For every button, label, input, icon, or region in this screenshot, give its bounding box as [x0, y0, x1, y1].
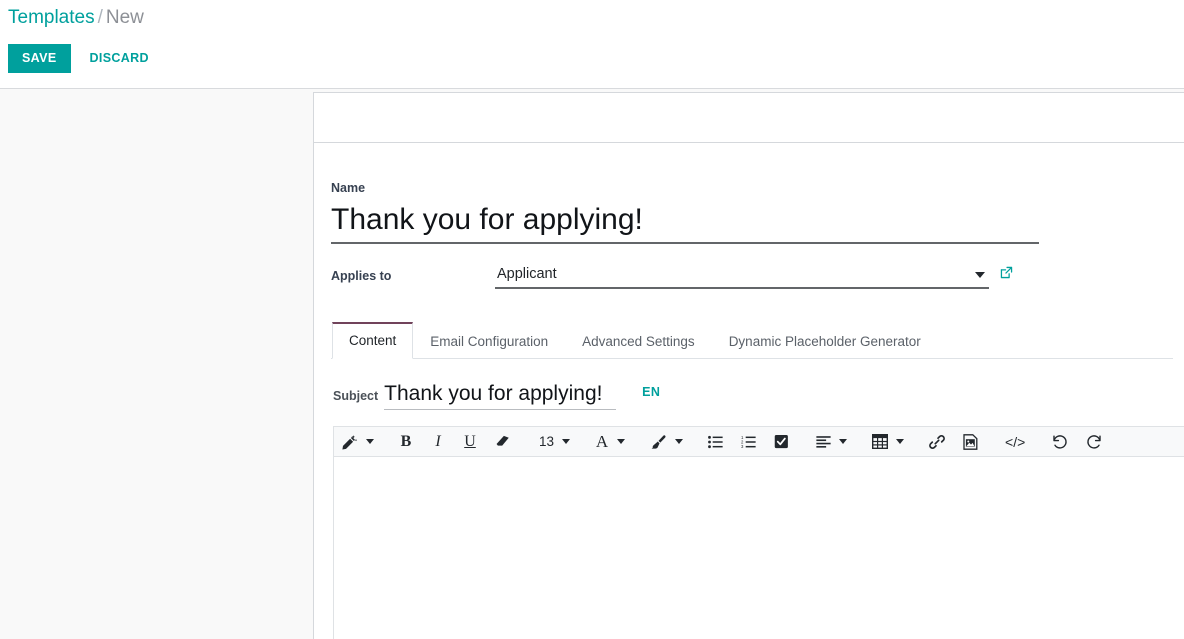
table-icon[interactable] — [868, 429, 892, 455]
bold-button[interactable]: B — [395, 429, 417, 455]
subject-label: Subject — [333, 389, 379, 403]
editor-body-input[interactable] — [333, 457, 1184, 639]
name-input[interactable]: Thank you for applying! — [331, 200, 1039, 244]
font-size-caret-icon[interactable] — [562, 439, 571, 444]
discard-button[interactable]: DISCARD — [79, 44, 160, 73]
background-color-brush-icon[interactable] — [646, 429, 671, 455]
tab-page-content: Subject Thank you for applying! EN B I U… — [331, 381, 1184, 639]
applies-to-label: Applies to — [331, 269, 392, 283]
tab-dynamic-placeholder-generator[interactable]: Dynamic Placeholder Generator — [712, 323, 938, 359]
tab-content[interactable]: Content — [332, 322, 414, 359]
style-dropdown-caret-icon[interactable] — [366, 439, 374, 444]
unordered-list-icon[interactable] — [704, 429, 727, 455]
insert-image-icon[interactable] — [959, 429, 982, 455]
breadcrumb-item-current: New — [105, 7, 144, 28]
form-body: Name Thank you for applying! Applies to … — [314, 143, 1184, 639]
toolbar-group-highlight — [646, 429, 685, 455]
subject-field[interactable]: Thank you for applying! — [384, 381, 617, 410]
breadcrumb-separator: / — [97, 7, 103, 28]
language-badge[interactable]: EN — [642, 385, 660, 399]
subject-input[interactable]: Thank you for applying! — [384, 381, 616, 407]
checklist-icon[interactable] — [770, 429, 793, 455]
tab-email-configuration[interactable]: Email Configuration — [413, 323, 565, 359]
toolbar-group-history — [1048, 429, 1106, 455]
toolbar-group-font: B I U — [395, 429, 516, 455]
html-editor: B I U 13 A 1 2 3 </> — [333, 426, 1184, 639]
form-sheet: Name Thank you for applying! Applies to … — [313, 92, 1184, 639]
applies-to-input[interactable]: Applicant — [495, 263, 989, 285]
underline-button[interactable]: U — [459, 429, 481, 455]
svg-text:3: 3 — [741, 444, 744, 449]
toolbar-group-lists: 1 2 3 — [704, 429, 793, 455]
background-color-caret-icon[interactable] — [675, 439, 684, 444]
font-size-select[interactable]: 13 — [535, 429, 558, 455]
undo-icon[interactable] — [1048, 429, 1072, 455]
editor-toolbar: B I U 13 A 1 2 3 </> — [333, 426, 1184, 457]
form-view-area: Name Thank you for applying! Applies to … — [0, 88, 1184, 639]
internal-link-icon[interactable] — [999, 265, 1014, 280]
tab-advanced-settings[interactable]: Advanced Settings — [565, 323, 712, 359]
align-caret-icon[interactable] — [839, 439, 848, 444]
caret-down-icon[interactable] — [975, 272, 985, 278]
applies-to-field[interactable]: Applicant — [495, 263, 989, 289]
table-caret-icon[interactable] — [896, 439, 905, 444]
ordered-list-icon[interactable]: 1 2 3 — [737, 429, 760, 455]
toolbar-group-fontsize: 13 — [535, 429, 572, 455]
align-left-icon[interactable] — [812, 429, 835, 455]
applies-to-row: Applies to Applicant — [331, 263, 1173, 289]
breadcrumb-item-templates[interactable]: Templates — [8, 7, 95, 28]
toolbar-group-insert: </> — [925, 429, 1029, 455]
subject-row: Subject Thank you for applying! EN — [331, 381, 1173, 410]
notebook: Content Email Configuration Advanced Set… — [331, 321, 1184, 639]
breadcrumb: Templates / New — [8, 6, 144, 30]
name-field-label: Name — [331, 181, 366, 195]
style-magic-wand-icon[interactable] — [338, 429, 362, 455]
control-panel-buttons: SAVE DISCARD — [8, 44, 160, 73]
redo-icon[interactable] — [1082, 429, 1106, 455]
toolbar-group-color: A — [591, 429, 627, 455]
font-color-caret-icon[interactable] — [617, 439, 626, 444]
toolbar-group-table — [868, 429, 906, 455]
font-color-icon[interactable]: A — [591, 429, 613, 455]
remove-format-eraser-icon[interactable] — [491, 429, 516, 455]
insert-link-icon[interactable] — [925, 429, 949, 455]
toolbar-group-style — [338, 429, 376, 455]
code-view-icon[interactable]: </> — [1001, 429, 1029, 455]
status-bar-region — [314, 93, 1184, 143]
notebook-tab-list: Content Email Configuration Advanced Set… — [331, 321, 1173, 359]
control-panel: Templates / New SAVE DISCARD — [0, 0, 1184, 88]
save-button[interactable]: SAVE — [8, 44, 71, 73]
italic-button[interactable]: I — [427, 429, 449, 455]
toolbar-group-align — [812, 429, 849, 455]
